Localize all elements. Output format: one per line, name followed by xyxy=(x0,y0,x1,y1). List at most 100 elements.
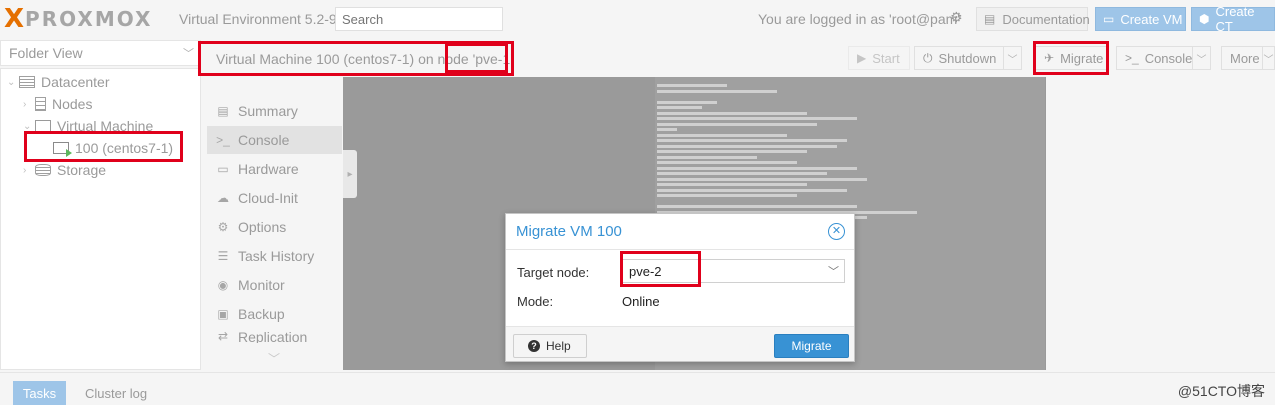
search-input[interactable] xyxy=(335,7,503,31)
tree-item-label: Virtual Machine xyxy=(57,118,154,134)
desktop-icon: ▭ xyxy=(217,162,229,176)
submenu-monitor[interactable]: ◉ Monitor xyxy=(207,271,342,299)
migrate-label: Migrate xyxy=(1060,50,1104,66)
create-ct-button[interactable]: ⬢ Create CT xyxy=(1191,4,1275,34)
server-icon xyxy=(35,97,46,111)
migrate-dialog: Migrate VM 100 ✕ Target node: pve-2 ﹀ Mo… xyxy=(505,213,855,362)
submenu-hardware[interactable]: ▭ Hardware xyxy=(207,155,342,183)
start-label: Start xyxy=(872,50,900,66)
monitor-icon xyxy=(35,120,51,132)
bottom-bar: Tasks Cluster log @51CTO博客 xyxy=(0,372,1275,405)
version-label: Virtual Environment 5.2-9 xyxy=(179,11,337,27)
submenu-label: Task History xyxy=(238,248,315,264)
submenu-label: Monitor xyxy=(238,277,285,293)
submenu-label: Backup xyxy=(238,306,285,322)
scroll-down-icon[interactable]: ﹀ xyxy=(268,350,280,367)
help-label: Help xyxy=(546,339,571,353)
chevron-down-icon: ﹀ xyxy=(183,48,194,60)
expand-icon[interactable]: ⌄ xyxy=(7,77,19,88)
help-button[interactable]: ? Help xyxy=(513,334,587,358)
console-text-line xyxy=(657,150,807,153)
tree-item-datacenter[interactable]: ⌄ Datacenter xyxy=(7,72,109,92)
tab-tasks[interactable]: Tasks xyxy=(13,381,66,405)
create-ct-label: Create CT xyxy=(1215,4,1255,34)
datacenter-icon xyxy=(19,76,35,88)
tab-cluster-log[interactable]: Cluster log xyxy=(85,386,147,401)
tree-item-vm-100[interactable]: 100 (centos7-1) xyxy=(41,138,173,158)
floppy-icon: ▣ xyxy=(217,307,229,321)
tree-item-label: Storage xyxy=(57,162,107,178)
expand-icon[interactable]: ⌄ xyxy=(23,121,35,132)
console-text-line xyxy=(657,117,857,120)
list-icon: ☰ xyxy=(217,249,229,263)
collapse-handle-icon[interactable]: ▸ xyxy=(343,150,357,198)
shutdown-label: Shutdown xyxy=(938,50,997,66)
top-bar: X PROXMOX Virtual Environment 5.2-9 You … xyxy=(0,0,1275,38)
tree-item-storage[interactable]: › Storage xyxy=(23,160,106,180)
submenu-label: Options xyxy=(238,219,287,235)
tab-label: Tasks xyxy=(22,385,57,401)
console-text-line xyxy=(657,155,757,159)
page-title: Virtual Machine 100 (centos7-1) on node … xyxy=(216,51,513,67)
tree-item-label: Nodes xyxy=(52,96,93,112)
migrate-button[interactable]: ✈ Migrate xyxy=(1035,46,1107,70)
console-text-line xyxy=(657,122,817,126)
question-icon: ? xyxy=(528,340,540,352)
play-icon: ▶ xyxy=(857,51,867,65)
retweet-icon: ⇄ xyxy=(217,329,229,343)
console-text-line xyxy=(657,161,797,164)
monitor-icon: ▭ xyxy=(1103,12,1115,26)
chevron-down-icon[interactable]: ﹀ xyxy=(1192,47,1210,69)
create-vm-button[interactable]: ▭ Create VM xyxy=(1095,7,1186,31)
book-icon: ▤ xyxy=(217,104,229,118)
eye-icon: ◉ xyxy=(217,278,229,292)
shutdown-button[interactable]: ⏻ Shutdown ﹀ xyxy=(914,46,1022,70)
more-button[interactable]: More ﹀ xyxy=(1221,46,1275,70)
gear-icon: ⚙ xyxy=(217,220,229,234)
console-text-line xyxy=(657,183,807,186)
submenu-console[interactable]: >_ Console xyxy=(207,126,342,154)
target-node-select[interactable]: pve-2 ﹀ xyxy=(622,259,845,283)
tree-item-label: 100 (centos7-1) xyxy=(75,140,174,156)
console-text-line xyxy=(657,89,777,93)
submenu-summary[interactable]: ▤ Summary xyxy=(207,97,342,125)
submenu-label: Hardware xyxy=(238,161,299,177)
close-icon[interactable]: ✕ xyxy=(828,223,845,240)
mode-label: Mode: xyxy=(517,294,554,309)
view-selector-label: Folder View xyxy=(9,45,83,61)
submenu-label: Summary xyxy=(238,103,298,119)
logo-x: X xyxy=(4,4,25,34)
expand-icon[interactable]: › xyxy=(23,165,35,176)
submenu-label: Console xyxy=(238,132,290,148)
cube-icon: ⬢ xyxy=(1199,12,1210,26)
chevron-down-icon[interactable]: ﹀ xyxy=(1262,47,1274,69)
terminal-icon: >_ xyxy=(216,133,230,147)
migrate-confirm-button[interactable]: Migrate xyxy=(774,334,849,358)
tree-item-virtual-machine[interactable]: ⌄ Virtual Machine xyxy=(23,116,153,136)
submenu-task-history[interactable]: ☰ Task History xyxy=(207,242,342,270)
submenu-backup[interactable]: ▣ Backup xyxy=(207,300,342,328)
resource-tree: ⌄ Datacenter › Nodes ⌄ Virtual Machine 1… xyxy=(0,68,201,370)
submenu-replication[interactable]: ⇄ Replication xyxy=(207,329,342,343)
chevron-down-icon[interactable]: ﹀ xyxy=(828,263,839,279)
vm-submenu: ▤ Summary >_ Console ▭ Hardware ☁ Cloud-… xyxy=(207,77,342,370)
gear-icon[interactable]: ⚙ xyxy=(950,10,964,24)
expand-icon[interactable]: › xyxy=(23,99,35,110)
documentation-label: Documentation xyxy=(1002,11,1090,27)
chevron-down-icon[interactable]: ﹀ xyxy=(1003,47,1021,69)
dialog-footer: ? Help Migrate xyxy=(506,326,854,361)
console-text-line xyxy=(657,111,807,115)
start-button[interactable]: ▶ Start xyxy=(848,46,910,70)
logo-word: PROXMOX xyxy=(25,7,153,31)
watermark: @51CTO博客 xyxy=(1177,383,1265,399)
submenu-cloud-init[interactable]: ☁ Cloud-Init xyxy=(207,184,342,212)
console-margin xyxy=(1046,77,1275,370)
submenu-options[interactable]: ⚙ Options xyxy=(207,213,342,241)
console-text-line xyxy=(657,166,857,170)
view-selector[interactable]: Folder View ﹀ xyxy=(0,40,201,66)
documentation-button[interactable]: ▤ Documentation xyxy=(976,7,1090,31)
console-text-line xyxy=(657,188,847,192)
console-button[interactable]: >_ Console ﹀ xyxy=(1116,46,1211,70)
logged-in-label: You are logged in as 'root@pam' xyxy=(758,11,960,27)
tree-item-nodes[interactable]: › Nodes xyxy=(23,94,92,114)
